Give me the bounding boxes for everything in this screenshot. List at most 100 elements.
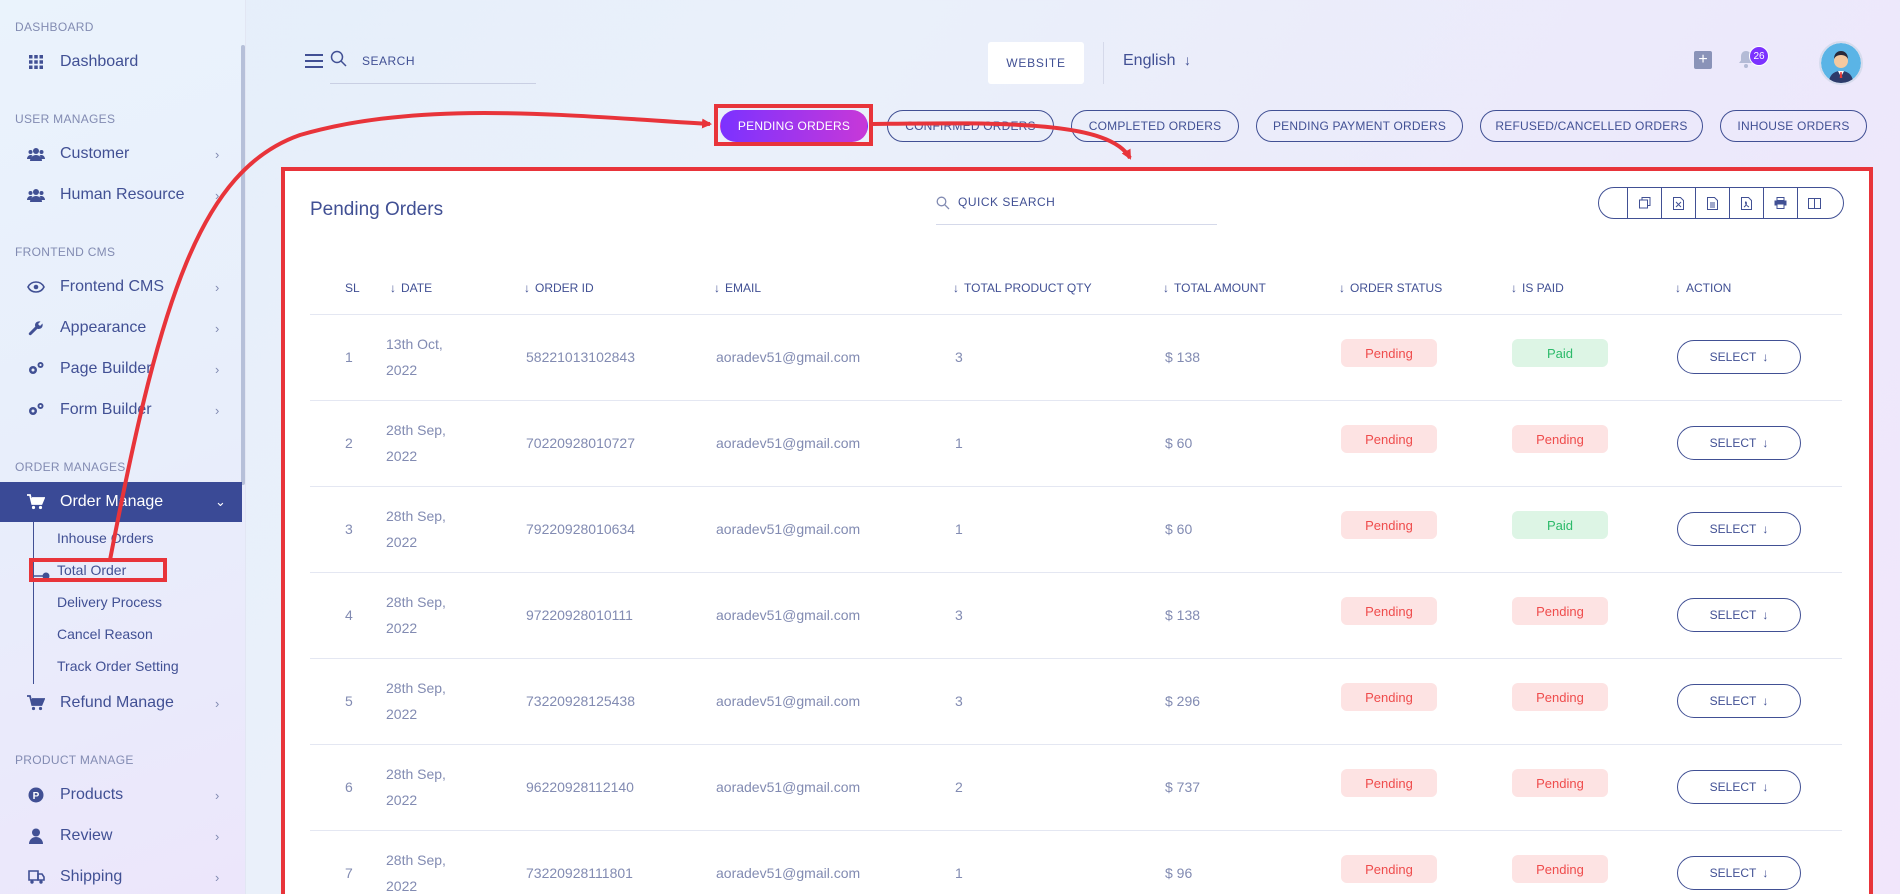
column-header-label: IS PAID	[1522, 281, 1564, 295]
column-header-email[interactable]: ↓ EMAIL	[714, 281, 761, 295]
search-input[interactable]: SEARCH	[330, 50, 536, 84]
sidebar-subitem-delivery-process[interactable]: Delivery Process	[57, 594, 162, 610]
cell-date-line2: 2022	[386, 792, 418, 808]
column-header-label: TOTAL PRODUCT QTY	[964, 281, 1092, 295]
sidebar-item-page-builder[interactable]: Page Builder ›	[0, 351, 242, 387]
menu-toggle-icon[interactable]	[305, 54, 323, 68]
action-select-label: SELECT	[1709, 866, 1757, 880]
sort-arrow-icon: ↓	[1675, 281, 1681, 295]
chevron-right-icon: ›	[215, 279, 220, 295]
arrow-down-icon: ↓	[1762, 866, 1769, 880]
sidebar-item-refund-manage[interactable]: Refund Manage ›	[0, 685, 242, 721]
section-title-dashboard: DASHBOARD	[15, 20, 94, 34]
cell-qty: 1	[955, 521, 963, 537]
action-select-button[interactable]: SELECT ↓	[1677, 512, 1801, 546]
column-header-label: ACTION	[1686, 281, 1732, 295]
sidebar-item-appearance[interactable]: Appearance ›	[0, 310, 242, 346]
tab-pending-payment-orders[interactable]: PENDING PAYMENT ORDERS	[1256, 110, 1463, 142]
row-divider	[310, 744, 1842, 745]
row-divider	[310, 658, 1842, 659]
column-header-order-id[interactable]: ↓ ORDER ID	[524, 281, 594, 295]
sidebar-subitem-inhouse-orders[interactable]: Inhouse Orders	[57, 530, 154, 546]
cell-date: 28th Sep, 2022	[386, 589, 446, 641]
sidebar-item-order-manage[interactable]: Order Manage ⌄	[0, 482, 242, 522]
header-divider	[1103, 42, 1104, 84]
sort-arrow-icon: ↓	[1339, 281, 1345, 295]
column-header-order-status[interactable]: ↓ ORDER STATUS	[1339, 281, 1442, 295]
sidebar-item-label: Frontend CMS	[60, 278, 165, 295]
action-select-button[interactable]: SELECT ↓	[1677, 770, 1801, 804]
search-placeholder: SEARCH	[362, 54, 416, 68]
column-header-total-amount[interactable]: ↓ TOTAL AMOUNT	[1163, 281, 1266, 295]
action-select-label: SELECT	[1709, 608, 1757, 622]
chevron-right-icon: ›	[215, 828, 220, 844]
action-select-button[interactable]: SELECT ↓	[1677, 340, 1801, 374]
page-title: Pending Orders	[310, 199, 444, 220]
sidebar-item-review[interactable]: Review ›	[0, 818, 242, 854]
action-select-button[interactable]: SELECT ↓	[1677, 684, 1801, 718]
cell-email: aoradev51@gmail.com	[716, 521, 861, 537]
cell-sl: 7	[345, 865, 353, 881]
cart-icon	[27, 493, 45, 511]
sidebar-item-label: Products	[60, 786, 124, 803]
active-dot-icon	[30, 567, 52, 580]
sidebar-subitem-cancel-reason[interactable]: Cancel Reason	[57, 626, 153, 642]
column-header-is-paid[interactable]: ↓ IS PAID	[1511, 281, 1564, 295]
tab-inhouse-orders[interactable]: INHOUSE ORDERS	[1720, 110, 1867, 142]
website-button[interactable]: WEBSITE	[988, 42, 1084, 84]
sidebar-item-label: Page Builder	[60, 360, 152, 377]
action-select-button[interactable]: SELECT ↓	[1677, 856, 1801, 890]
cell-amount: $ 138	[1165, 349, 1201, 365]
section-title-product-manage: PRODUCT MANAGE	[15, 753, 134, 767]
cell-date: 28th Sep, 2022	[386, 761, 446, 813]
column-header-sl[interactable]: SL	[345, 281, 360, 295]
grid-icon	[27, 53, 45, 71]
tab-confirmed-orders[interactable]: CONFIRMED ORDERS	[887, 110, 1054, 142]
sidebar-item-frontend-cms[interactable]: Frontend CMS ›	[0, 269, 242, 305]
cell-date: 28th Sep, 2022	[386, 417, 446, 469]
tab-completed-orders[interactable]: COMPLETED ORDERS	[1071, 110, 1239, 142]
cell-date: 13th Oct, 2022	[386, 331, 443, 383]
column-header-action[interactable]: ↓ ACTION	[1675, 281, 1731, 295]
columns-icon[interactable]	[1797, 188, 1831, 218]
paid-badge: Pending	[1512, 855, 1608, 883]
sidebar-subitem-track-order-setting[interactable]: Track Order Setting	[57, 658, 179, 674]
cell-order-id: 73220928111801	[526, 865, 633, 881]
language-select[interactable]: English ↓	[1123, 52, 1191, 70]
sidebar-item-products[interactable]: P Products ›	[0, 777, 242, 813]
row-divider	[310, 486, 1842, 487]
avatar[interactable]	[1819, 41, 1863, 85]
copy-icon[interactable]	[1627, 188, 1661, 218]
arrow-down-icon: ↓	[1762, 780, 1769, 794]
action-select-button[interactable]: SELECT ↓	[1677, 598, 1801, 632]
quick-search-input[interactable]: QUICK SEARCH	[936, 188, 1217, 225]
column-header-date[interactable]: ↓ DATE	[390, 281, 432, 295]
print-icon[interactable]	[1763, 188, 1797, 218]
column-header-total-product-qty[interactable]: ↓ TOTAL PRODUCT QTY	[953, 281, 1092, 295]
tab-pending-orders[interactable]: PENDING ORDERS	[720, 110, 868, 142]
excel-icon[interactable]	[1661, 188, 1695, 218]
svg-text:P: P	[33, 791, 40, 802]
sidebar-subitem-total-order[interactable]: Total Order	[57, 562, 126, 578]
action-select-label: SELECT	[1709, 694, 1757, 708]
quick-search-placeholder: QUICK SEARCH	[958, 195, 1056, 209]
column-header-label: DATE	[401, 281, 433, 295]
add-icon[interactable]: +	[1694, 51, 1712, 69]
column-header-label: ORDER ID	[535, 281, 594, 295]
sidebar-item-human-resource[interactable]: Human Resource ›	[0, 177, 242, 213]
arrow-down-icon: ↓	[1762, 694, 1769, 708]
csv-icon[interactable]	[1695, 188, 1729, 218]
sidebar-item-dashboard[interactable]: Dashboard	[0, 44, 242, 80]
tab-refused-cancelled-orders[interactable]: REFUSED/CANCELLED ORDERS	[1480, 110, 1703, 142]
sidebar-item-customer[interactable]: Customer ›	[0, 136, 242, 172]
sidebar-item-label: Dashboard	[60, 53, 139, 70]
action-select-button[interactable]: SELECT ↓	[1677, 426, 1801, 460]
pdf-icon[interactable]	[1729, 188, 1763, 218]
cell-order-id: 97220928010111	[526, 607, 633, 623]
search-icon	[936, 196, 950, 210]
sidebar-item-form-builder[interactable]: Form Builder ›	[0, 392, 242, 428]
sidebar-item-shipping[interactable]: Shipping ›	[0, 859, 242, 894]
sort-arrow-icon: ↓	[953, 281, 959, 295]
column-header-label: SL	[345, 281, 360, 295]
sidebar-item-label: Shipping	[60, 868, 123, 885]
